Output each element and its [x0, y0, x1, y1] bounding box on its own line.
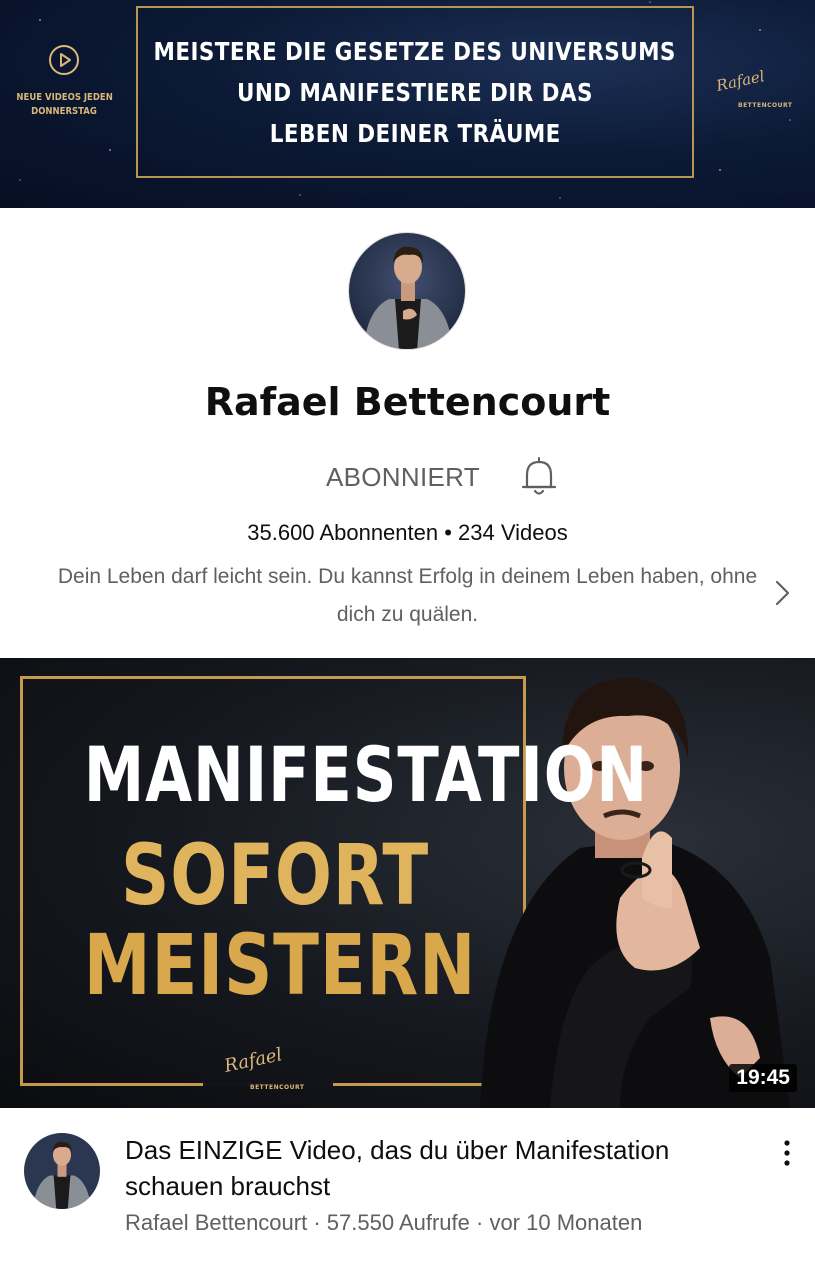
schedule-line-2: DONNERSTAG — [31, 106, 97, 117]
banner-schedule: NEUE VIDEOS JEDEN DONNERSTAG — [8, 44, 120, 119]
video-channel-avatar[interactable] — [24, 1133, 100, 1209]
bell-icon[interactable] — [518, 454, 560, 498]
presenter-image — [480, 678, 790, 1108]
chevron-right-icon[interactable] — [770, 578, 794, 608]
banner-signature-logo: Rafael BETTENCOURT — [715, 67, 792, 112]
avatar-image — [349, 233, 465, 349]
video-meta: Rafael Bettencourt · 57.550 Aufrufe · vo… — [125, 1210, 643, 1235]
subscribed-button[interactable]: ABONNIERT — [326, 462, 480, 493]
channel-name: Rafael Bettencourt — [204, 380, 611, 424]
schedule-line-1: NEUE VIDEOS JEDEN — [16, 92, 113, 103]
thumbnail-signature-text: Rafael — [222, 1044, 285, 1077]
banner-headline-line-1: MEISTERE DIE GESETZE DES UNIVERSUMS — [153, 36, 677, 66]
thumbnail-signature-logo: Rafael BETTENCOURT — [220, 1044, 310, 1091]
signature-sub: BETTENCOURT — [738, 102, 793, 109]
banner-headline-line-3: LEBEN DEINER TRÄUME — [269, 118, 561, 148]
video-thumbnail[interactable]: MANIFESTATION SOFORT MEISTERN Rafael BET… — [0, 658, 815, 1108]
avatar-image-small — [24, 1133, 100, 1209]
thumbnail-title-line-2: SOFORT — [121, 826, 429, 924]
channel-avatar[interactable] — [348, 232, 466, 350]
thumbnail-title-line-1: MANIFESTATION — [83, 730, 648, 819]
channel-description[interactable]: Dein Leben darf leicht sein. Du kannst E… — [40, 558, 775, 634]
banner-headline-line-2: UND MANIFESTIERE DIR DAS — [237, 77, 593, 107]
channel-banner: NEUE VIDEOS JEDEN DONNERSTAG MEISTERE DI… — [0, 0, 815, 208]
channel-stats: 35.600 Abonnenten • 234 Videos — [247, 520, 568, 545]
video-duration-badge: 19:45 — [729, 1064, 797, 1092]
play-circle-icon — [49, 45, 79, 75]
thumbnail-signature-sub: BETTENCOURT — [250, 1084, 305, 1091]
video-title[interactable]: Das EINZIGE Video, das du über Manifesta… — [125, 1132, 755, 1204]
thumbnail-title-line-3: MEISTERN — [83, 916, 477, 1014]
signature-text: Rafael — [714, 67, 767, 95]
subscribe-row: ABONNIERT — [0, 452, 815, 500]
more-vert-icon[interactable] — [776, 1138, 798, 1168]
banner-headline: MEISTERE DIE GESETZE DES UNIVERSUMS UND … — [136, 6, 694, 178]
